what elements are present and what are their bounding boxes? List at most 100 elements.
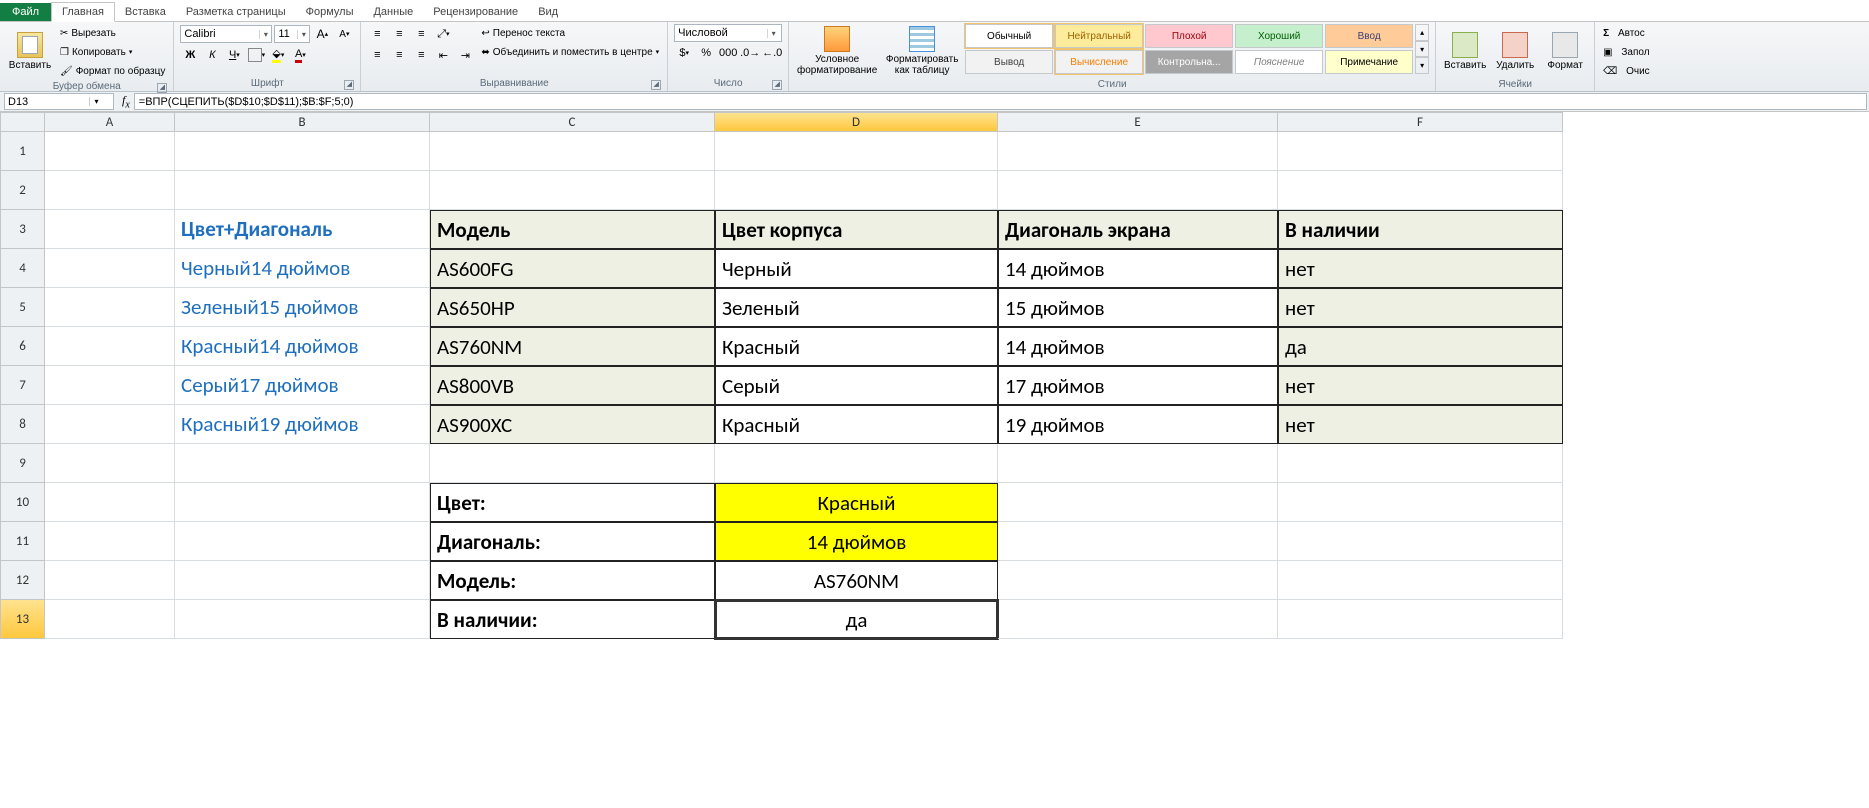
cell-E2[interactable] (998, 171, 1278, 210)
cell-D8[interactable]: Красный (715, 405, 998, 444)
cell-D1[interactable] (715, 132, 998, 171)
cell-C8[interactable]: AS900XC (430, 405, 715, 444)
col-header-B[interactable]: B (175, 112, 430, 132)
cell-A8[interactable] (45, 405, 175, 444)
cell-F9[interactable] (1278, 444, 1563, 483)
cell-E13[interactable] (998, 600, 1278, 639)
decrease-indent-button[interactable]: ⇤ (433, 45, 453, 65)
style-check[interactable]: Контрольна... (1145, 50, 1233, 74)
cell-C7[interactable]: AS800VB (430, 366, 715, 405)
cell-E10[interactable] (998, 483, 1278, 522)
italic-button[interactable]: К (202, 45, 222, 65)
cell-B11[interactable] (175, 522, 430, 561)
alignment-dialog-launcher[interactable]: ◢ (651, 80, 661, 90)
cell-E9[interactable] (998, 444, 1278, 483)
format-cells-button[interactable]: Формат (1542, 24, 1588, 78)
cell-F4[interactable]: нет (1278, 249, 1563, 288)
cell-C13[interactable]: В наличии: (430, 600, 715, 639)
row-header-2[interactable]: 2 (0, 171, 45, 210)
row-header-9[interactable]: 9 (0, 444, 45, 483)
cell-D5[interactable]: Зеленый (715, 288, 998, 327)
tab-formulas[interactable]: Формулы (296, 3, 364, 21)
row-header-10[interactable]: 10 (0, 483, 45, 522)
font-name-input[interactable] (181, 26, 259, 42)
cell-C1[interactable] (430, 132, 715, 171)
cell-C6[interactable]: AS760NM (430, 327, 715, 366)
align-bottom-button[interactable]: ≡ (411, 24, 431, 44)
col-header-F[interactable]: F (1278, 112, 1563, 132)
cell-A11[interactable] (45, 522, 175, 561)
cell-C11[interactable]: Диагональ: (430, 522, 715, 561)
font-dialog-launcher[interactable]: ◢ (344, 80, 354, 90)
cell-A12[interactable] (45, 561, 175, 600)
row-header-3[interactable]: 3 (0, 210, 45, 249)
cell-F5[interactable]: нет (1278, 288, 1563, 327)
style-good[interactable]: Хороший (1235, 24, 1323, 48)
tab-insert[interactable]: Вставка (115, 3, 176, 21)
style-note[interactable]: Примечание (1325, 50, 1413, 74)
cell-F7[interactable]: нет (1278, 366, 1563, 405)
row-header-6[interactable]: 6 (0, 327, 45, 366)
cell-D9[interactable] (715, 444, 998, 483)
cell-A5[interactable] (45, 288, 175, 327)
cell-A13[interactable] (45, 600, 175, 639)
cell-A4[interactable] (45, 249, 175, 288)
cell-F2[interactable] (1278, 171, 1563, 210)
underline-button[interactable]: Ч▾ (224, 45, 244, 65)
row-header-13[interactable]: 13 (0, 600, 45, 639)
tab-page-layout[interactable]: Разметка страницы (176, 3, 296, 21)
row-header-11[interactable]: 11 (0, 522, 45, 561)
cell-E5[interactable]: 15 дюймов (998, 288, 1278, 327)
wrap-text-button[interactable]: ↩Перенос текста (479, 24, 661, 42)
cell-B12[interactable] (175, 561, 430, 600)
bold-button[interactable]: Ж (180, 45, 200, 65)
cell-E11[interactable] (998, 522, 1278, 561)
cell-B13[interactable] (175, 600, 430, 639)
cell-E8[interactable]: 19 дюймов (998, 405, 1278, 444)
fx-button[interactable]: fx (118, 93, 134, 110)
comma-format-button[interactable]: 000 (718, 43, 738, 63)
insert-cells-button[interactable]: Вставить (1442, 24, 1488, 78)
cell-C10[interactable]: Цвет: (430, 483, 715, 522)
cell-A1[interactable] (45, 132, 175, 171)
cell-A3[interactable] (45, 210, 175, 249)
tab-review[interactable]: Рецензирование (423, 3, 528, 21)
shrink-font-button[interactable]: A▾ (334, 24, 354, 44)
cell-B2[interactable] (175, 171, 430, 210)
cell-F11[interactable] (1278, 522, 1563, 561)
borders-button[interactable]: ▾ (246, 45, 266, 65)
name-box-dropdown[interactable]: ▾ (89, 97, 103, 106)
cell-D2[interactable] (715, 171, 998, 210)
fill-color-button[interactable]: ⬙▾ (268, 45, 288, 65)
style-calc[interactable]: Вычисление (1055, 50, 1143, 74)
number-dialog-launcher[interactable]: ◢ (772, 80, 782, 90)
font-size-input[interactable] (275, 26, 297, 42)
cell-C4[interactable]: AS600FG (430, 249, 715, 288)
autosum-button[interactable]: Σ Автос (1601, 24, 1652, 42)
row-header-8[interactable]: 8 (0, 405, 45, 444)
cell-A10[interactable] (45, 483, 175, 522)
style-scroll-down[interactable]: ▾ (1415, 41, 1429, 58)
cell-F10[interactable] (1278, 483, 1563, 522)
align-left-button[interactable]: ≡ (367, 45, 387, 65)
cell-D12[interactable]: AS760NM (715, 561, 998, 600)
cell-B7[interactable]: Серый17 дюймов (175, 366, 430, 405)
paste-button[interactable]: Вставить (6, 24, 54, 78)
style-input[interactable]: Ввод (1325, 24, 1413, 48)
align-right-button[interactable]: ≡ (411, 45, 431, 65)
percent-format-button[interactable]: % (696, 43, 716, 63)
cell-A7[interactable] (45, 366, 175, 405)
font-size-combo[interactable]: ▾ (274, 25, 310, 43)
row-header-4[interactable]: 4 (0, 249, 45, 288)
cell-E1[interactable] (998, 132, 1278, 171)
cell-D10[interactable]: Красный (715, 483, 998, 522)
tab-view[interactable]: Вид (528, 3, 568, 21)
delete-cells-button[interactable]: Удалить (1492, 24, 1538, 78)
row-header-5[interactable]: 5 (0, 288, 45, 327)
cell-F13[interactable] (1278, 600, 1563, 639)
cell-F12[interactable] (1278, 561, 1563, 600)
cell-B5[interactable]: Зеленый15 дюймов (175, 288, 430, 327)
col-header-A[interactable]: A (45, 112, 175, 132)
cell-C5[interactable]: AS650HP (430, 288, 715, 327)
cell-E4[interactable]: 14 дюймов (998, 249, 1278, 288)
